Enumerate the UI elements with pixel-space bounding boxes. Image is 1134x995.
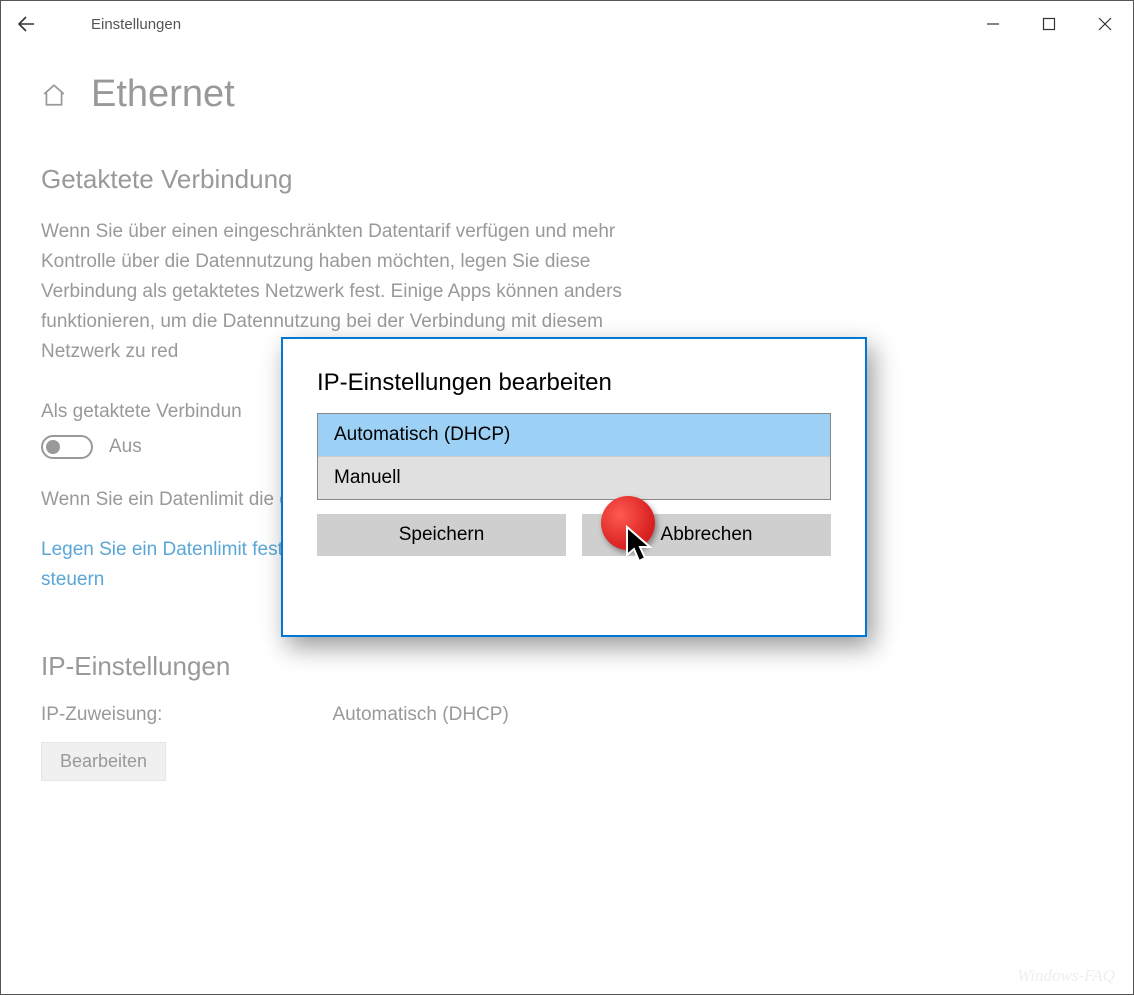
metered-heading: Getaktete Verbindung	[41, 164, 1093, 195]
dialog-title: IP-Einstellungen bearbeiten	[317, 369, 831, 397]
ip-assignment-value: Automatisch (DHCP)	[332, 704, 508, 726]
maximize-button[interactable]	[1021, 1, 1077, 47]
page-title: Ethernet	[91, 73, 235, 116]
ip-assignment-label: IP-Zuweisung:	[41, 704, 162, 726]
watermark: Windows-FAQ	[1017, 966, 1115, 986]
cursor-icon	[625, 525, 655, 570]
minimize-button[interactable]	[965, 1, 1021, 47]
ip-edit-button[interactable]: Bearbeiten	[41, 742, 166, 781]
metered-toggle[interactable]	[41, 435, 93, 459]
save-button[interactable]: Speichern	[317, 514, 566, 556]
titlebar: Einstellungen	[1, 1, 1133, 47]
window-title: Einstellungen	[91, 16, 181, 33]
ip-heading: IP-Einstellungen	[41, 651, 1093, 682]
close-button[interactable]	[1077, 1, 1133, 47]
page-header: Ethernet	[41, 73, 1093, 116]
ip-assignment-row: IP-Zuweisung: Automatisch (DHCP)	[41, 704, 1093, 726]
dropdown-option-dhcp[interactable]: Automatisch (DHCP)	[318, 414, 830, 457]
ip-settings-dialog: IP-Einstellungen bearbeiten Automatisch …	[281, 337, 867, 637]
ip-mode-dropdown[interactable]: Automatisch (DHCP) Manuell	[317, 413, 831, 500]
dialog-buttons: Speichern Abbrechen	[317, 514, 831, 556]
home-icon[interactable]	[41, 82, 67, 108]
metered-toggle-state: Aus	[109, 436, 142, 458]
back-button[interactable]	[1, 1, 47, 47]
dropdown-option-manual[interactable]: Manuell	[318, 457, 830, 499]
